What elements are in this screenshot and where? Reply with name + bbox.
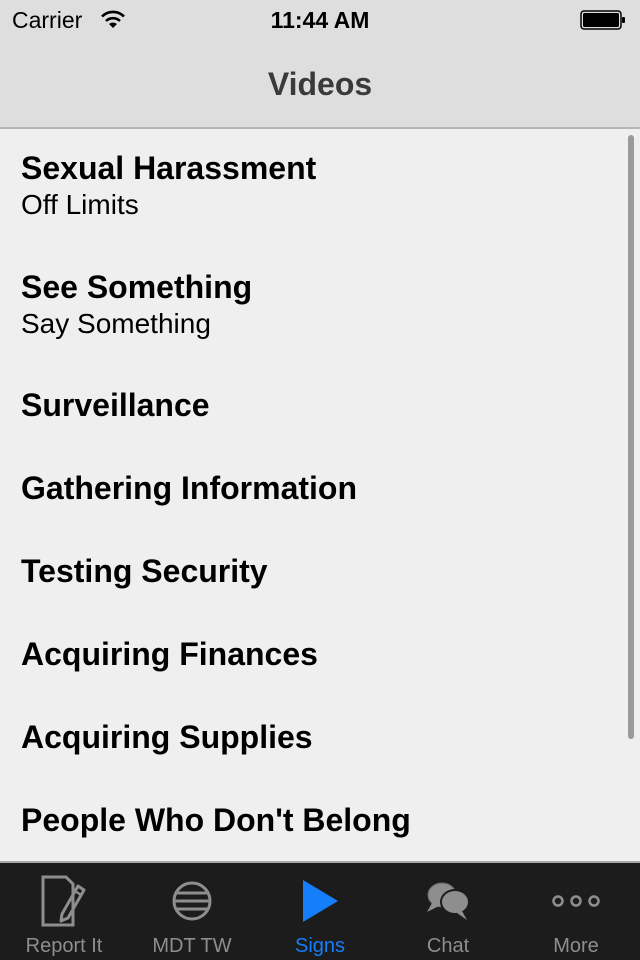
header: Carrier 11:44 AM Videos [0, 0, 640, 129]
video-list-item[interactable]: Sexual Harassment Off Limits [0, 131, 640, 250]
tab-chat[interactable]: Chat [384, 863, 512, 960]
video-list-item[interactable]: Acquiring Finances [0, 618, 640, 701]
tab-more[interactable]: More [512, 863, 640, 960]
video-list-item[interactable]: Testing Security [0, 535, 640, 618]
video-title: People Who Don't Belong [21, 802, 411, 838]
play-icon [256, 873, 384, 929]
tab-label: Signs [294, 935, 346, 957]
report-edit-icon [0, 873, 128, 929]
tab-report-it[interactable]: Report It [0, 863, 128, 960]
scrollbar[interactable] [628, 135, 634, 739]
video-subtitle: Off Limits [21, 189, 139, 220]
video-list-item[interactable]: See Something Say Something [0, 250, 640, 369]
tab-label: Chat [426, 935, 470, 957]
tab-bar: Report It MDT TW Signs Chat More [0, 861, 640, 960]
status-bar: Carrier 11:44 AM [0, 0, 640, 40]
video-list-item[interactable]: Surveillance [0, 369, 640, 452]
video-list-item[interactable]: Gathering Information [0, 452, 640, 535]
video-title: Gathering Information [21, 470, 357, 506]
page-title: Videos [267, 66, 373, 102]
video-list-item[interactable]: People Who Don't Belong [0, 784, 640, 861]
tab-label: MDT TW [152, 935, 232, 957]
status-time: 11:44 AM [270, 7, 370, 33]
video-title: Acquiring Finances [21, 636, 318, 672]
tab-label: More [553, 935, 599, 957]
tab-label: Report It [25, 935, 103, 957]
battery-full-icon [580, 10, 626, 30]
video-title: Sexual Harassment [21, 150, 317, 186]
video-title: Testing Security [21, 553, 268, 589]
video-title: See Something [21, 269, 253, 305]
video-title: Surveillance [21, 387, 210, 423]
video-list-item[interactable]: Acquiring Supplies [0, 701, 640, 784]
chat-bubbles-icon [384, 873, 512, 929]
tab-signs[interactable]: Signs [256, 863, 384, 960]
globe-icon [128, 873, 256, 929]
video-subtitle: Say Something [21, 308, 211, 339]
more-dots-icon [512, 873, 640, 929]
video-list[interactable]: Sexual Harassment Off Limits See Somethi… [0, 131, 640, 861]
tab-mdt-tw[interactable]: MDT TW [128, 863, 256, 960]
video-title: Acquiring Supplies [21, 719, 313, 755]
